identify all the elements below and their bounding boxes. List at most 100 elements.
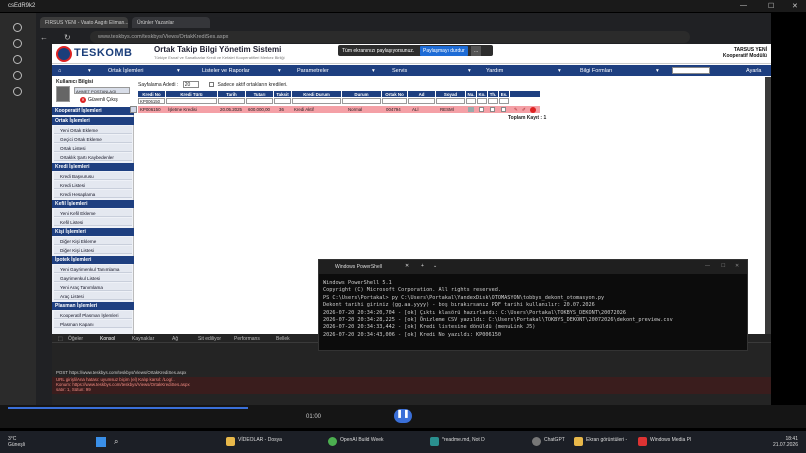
th-checkbox[interactable]: [490, 107, 495, 112]
browser-tab-1[interactable]: FIRSUS YENI - Vaato Aagıtı Eliman...: [40, 17, 128, 28]
stop-sharing-button[interactable]: Paylaşmayı durdur: [420, 46, 468, 56]
sidebar-item-ortak-listesi[interactable]: Ortak Listesi: [54, 144, 132, 152]
minimize-icon[interactable]: —: [740, 2, 747, 9]
search-icon[interactable]: [13, 39, 22, 48]
maximize-icon[interactable]: ☐: [768, 2, 774, 10]
filter-tutari[interactable]: [246, 98, 273, 104]
sidebar-item-yeni-arac[interactable]: Yeni Araç Tanımlama: [54, 283, 132, 291]
sidebar-group-kooperatif[interactable]: Kooperatif İşlemleri: [52, 107, 134, 115]
downloads-icon[interactable]: [13, 71, 22, 80]
media-progress[interactable]: [8, 407, 248, 409]
col-kredi-no[interactable]: Kredi No: [138, 91, 166, 97]
tab-performans[interactable]: Performans: [234, 336, 260, 342]
filter-ortak-no[interactable]: [382, 98, 407, 104]
taskbar-app-media-player[interactable]: Windows Media Pl: [638, 437, 691, 447]
close-icon[interactable]: ✕: [792, 2, 798, 10]
col-ko[interactable]: Ko.: [477, 91, 488, 97]
col-th[interactable]: Th.: [488, 91, 499, 97]
sidebar-item-yeni-ortak[interactable]: Yeni Ortak Ekleme: [54, 126, 132, 134]
sidebar-group-kefil[interactable]: Kefil İşlemleri: [52, 200, 134, 208]
ko-checkbox[interactable]: [479, 107, 484, 112]
filter-es[interactable]: [499, 98, 509, 104]
pause-icon[interactable]: ❚❚: [394, 409, 412, 423]
tab-bellek[interactable]: Bellek: [276, 336, 290, 342]
edit-icon[interactable]: ✎: [514, 107, 518, 113]
filter-kredi-turu[interactable]: [166, 98, 217, 104]
sidebar-group-plasman[interactable]: Plasman İşlemleri: [52, 302, 134, 310]
close-icon[interactable]: ✕: [735, 263, 739, 269]
row-expand-icon[interactable]: [130, 106, 137, 113]
browser-tab-2[interactable]: Ürünler Yazanlar: [132, 17, 210, 28]
sidebar-item-yeni-kefil[interactable]: Yeni Kefil Ekleme: [54, 209, 132, 217]
col-nu[interactable]: Nu.: [466, 91, 477, 97]
filter-kredi-durum[interactable]: [292, 98, 341, 104]
sidebar-item-kredi-hesaplama[interactable]: Kredi Hesaplama: [54, 190, 132, 198]
sidebar-item-gayrimenkul-listesi[interactable]: Gayrimenkul Listesi: [54, 274, 132, 282]
taskbar-app-explorer[interactable]: VİDEOLAR - Dosya: [226, 437, 282, 447]
sidebar-item-kredi-listesi[interactable]: Kredi Listesi: [54, 181, 132, 189]
star-icon[interactable]: [13, 87, 22, 96]
filter-ad[interactable]: [408, 98, 435, 104]
menu-ortak-islemleri[interactable]: Ortak İşlemleri: [108, 68, 143, 74]
cell-kredi-no[interactable]: KP006150: [140, 107, 161, 112]
delete-icon[interactable]: [530, 106, 536, 113]
new-tab-icon[interactable]: +: [421, 263, 424, 269]
sidebar-group-kisi[interactable]: Kişi İşlemleri: [52, 228, 134, 236]
system-clock[interactable]: 18:41 21.07.2026: [773, 436, 798, 448]
filter-taksit[interactable]: [274, 98, 291, 104]
col-tarih[interactable]: Tarih: [218, 91, 246, 97]
maximize-icon[interactable]: ☐: [721, 263, 725, 269]
favorites-icon[interactable]: [13, 55, 22, 64]
logout-button[interactable]: ✕ Güvenli Çıkış: [80, 97, 118, 103]
taskbar-app-screenshots[interactable]: Ekran görüntüleri -: [574, 437, 627, 447]
nu-icon[interactable]: [468, 107, 474, 112]
menu-yardim[interactable]: Yardım: [486, 68, 503, 74]
tab-ogeler[interactable]: Öğeler: [68, 336, 83, 342]
filter-kredi-no[interactable]: KP006150: [138, 98, 165, 104]
sidebar-item-diger-kisi-ekleme[interactable]: Diğer Kişi Ekleme: [54, 237, 132, 245]
reload-icon[interactable]: ↻: [64, 33, 71, 42]
sidebar-group-ipotek[interactable]: İpotek İşlemleri: [52, 256, 134, 264]
page-scrollbar[interactable]: [765, 77, 771, 334]
col-taksit[interactable]: Taksit: [274, 91, 292, 97]
sidebar-item-diger-kisi-listesi[interactable]: Diğer Kişi Listesi: [54, 246, 132, 254]
col-kredi-turu[interactable]: Kredi Türü: [166, 91, 218, 97]
filter-tarih[interactable]: [218, 98, 245, 104]
tab-ag[interactable]: Ağ: [172, 336, 178, 342]
tab-konsol[interactable]: Konsol: [100, 336, 115, 342]
sidebar-group-ortak[interactable]: Ortak İşlemleri: [52, 117, 134, 125]
share-more-button[interactable]: ...: [471, 46, 482, 56]
address-bar[interactable]: www.teskbys.com/teskbys/Views/OrtakKredi…: [90, 31, 690, 43]
sidebar-item-gecici-ortak[interactable]: Geçici Ortak Ekleme: [54, 135, 132, 143]
taskbar-app-chrome[interactable]: OpenAI Build Week: [328, 437, 384, 447]
col-soyad[interactable]: Soyad: [436, 91, 466, 97]
chevron-down-icon[interactable]: ⌄: [433, 263, 437, 269]
sidebar-item-arac-listesi[interactable]: Araç Listesi: [54, 292, 132, 300]
col-tutari[interactable]: Tutarı: [246, 91, 274, 97]
filter-th[interactable]: [488, 98, 498, 104]
col-kredi-durum[interactable]: Kredi Durum: [292, 91, 342, 97]
col-es[interactable]: Es.: [499, 91, 510, 97]
col-ad[interactable]: Ad: [408, 91, 436, 97]
sidebar-item-plasman-kapani[interactable]: Plasman Kapanı: [54, 320, 132, 328]
sidebar-item-kredi-basvurusu[interactable]: Kredi Başvurusu: [54, 172, 132, 180]
filter-durum[interactable]: [342, 98, 381, 104]
filter-soyad[interactable]: [436, 98, 465, 104]
menu-listeler-raporlar[interactable]: Listeler ve Raporlar: [202, 68, 250, 74]
powershell-output[interactable]: Windows PowerShell 5.1 Copyright (C) Micr…: [323, 280, 673, 339]
sidebar-item-kefil-listesi[interactable]: Kefil Listesi: [54, 218, 132, 226]
col-durum[interactable]: Durum: [342, 91, 382, 97]
filter-nu[interactable]: [466, 98, 476, 104]
close-tab-icon[interactable]: ✕: [405, 263, 409, 269]
search-icon[interactable]: ⌕: [114, 437, 118, 447]
tab-sit-ediliyor[interactable]: Sit ediliyor: [198, 336, 221, 342]
col-ortak-no[interactable]: Ortak No: [382, 91, 408, 97]
es-checkbox[interactable]: [501, 107, 506, 112]
back-icon[interactable]: ←: [40, 33, 48, 42]
taskbar-app-notepad[interactable]: *readme.md, Not D: [430, 437, 485, 447]
table-row[interactable]: KP006150 İşletme Kredisi 20.05.2025 600.…: [138, 106, 540, 113]
minimize-icon[interactable]: —: [705, 263, 710, 269]
start-icon[interactable]: [96, 437, 106, 447]
menu-servis[interactable]: Servis: [392, 68, 407, 74]
tab-kaynaklar[interactable]: Kaynaklar: [132, 336, 154, 342]
